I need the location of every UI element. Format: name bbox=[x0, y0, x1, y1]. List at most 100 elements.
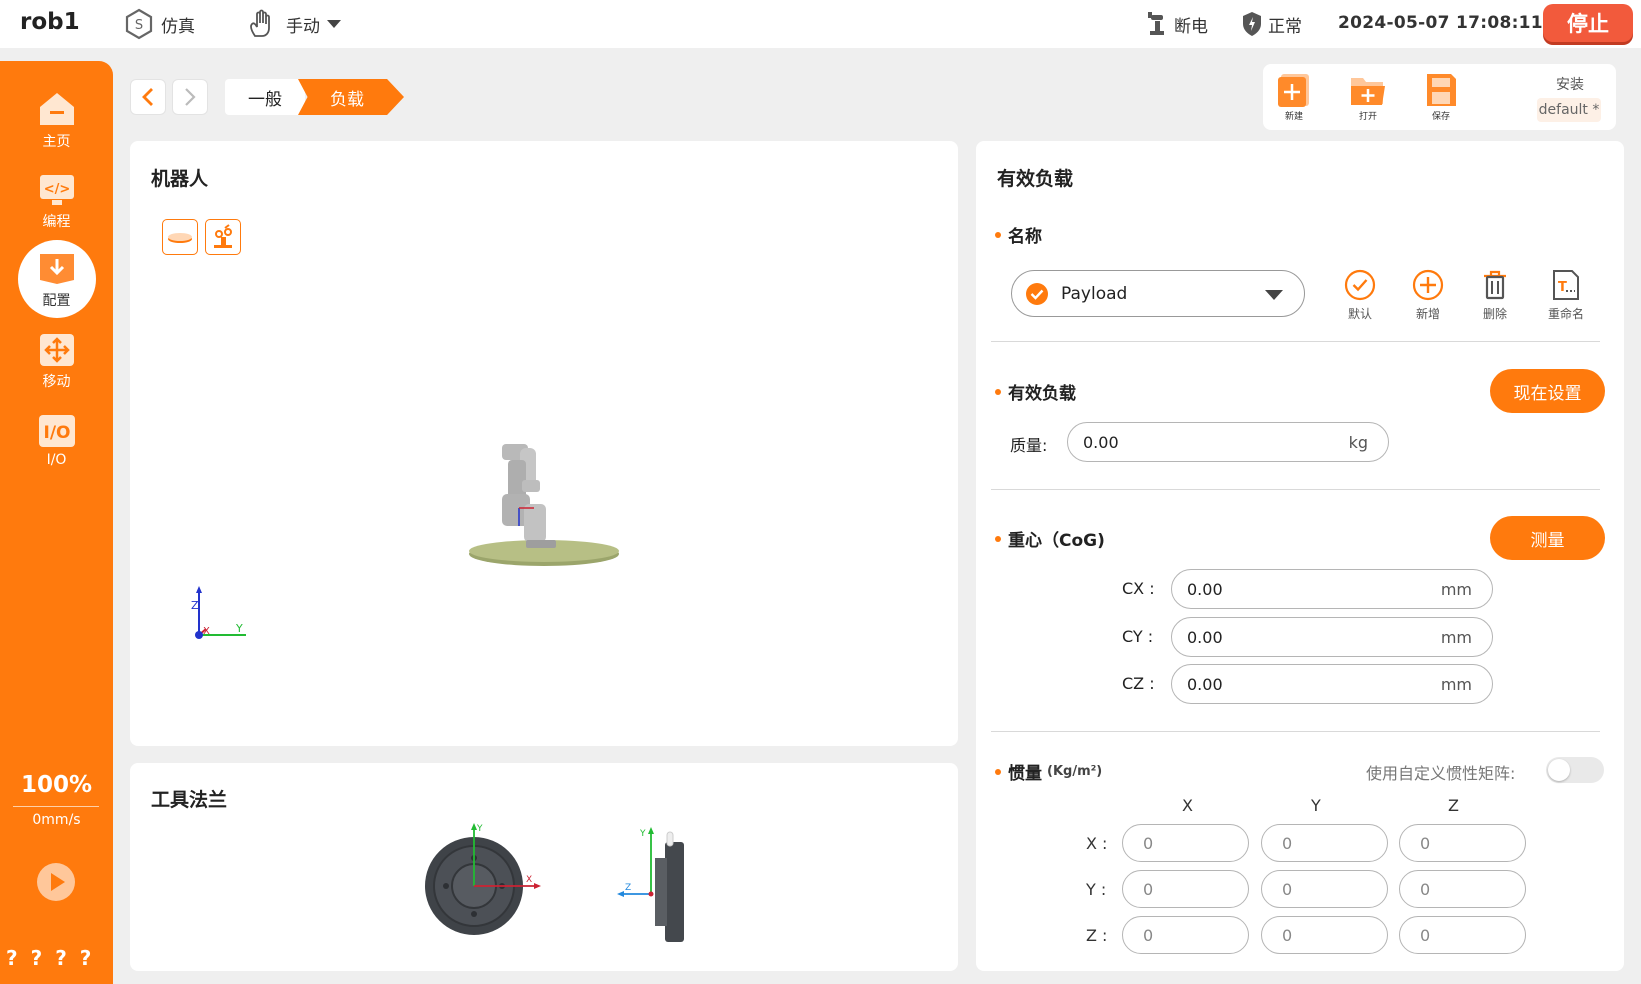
svg-text:Z: Z bbox=[191, 599, 199, 612]
column-header-x: X bbox=[1182, 796, 1193, 815]
row-label-z: Z : bbox=[1086, 926, 1108, 945]
sidebar-item-label: 移动 bbox=[42, 374, 71, 390]
column-header-z: Z bbox=[1448, 796, 1459, 815]
inertia-yy-input[interactable]: 0 bbox=[1261, 870, 1388, 908]
name-section-title: 名称 bbox=[995, 222, 1042, 247]
check-circle-icon bbox=[1026, 282, 1048, 305]
name-section-label: 名称 bbox=[1008, 227, 1042, 247]
sidebar-item-config[interactable]: 配置 bbox=[0, 240, 113, 318]
io-icon: I/O bbox=[38, 415, 75, 447]
top-bar: rob1 S 仿真 手动 断电 正常 2024-05-07 17:08:11 停… bbox=[0, 0, 1641, 48]
save-file-label: 保存 bbox=[1431, 112, 1450, 122]
column-header-y: Y bbox=[1311, 796, 1321, 815]
payload-section-label: 有效负载 bbox=[1008, 384, 1076, 404]
rename-icon: T bbox=[1553, 270, 1579, 300]
bullet-dot bbox=[995, 535, 1001, 542]
check-icon bbox=[1344, 269, 1376, 301]
cz-input[interactable]: 0.00 mm bbox=[1171, 664, 1493, 704]
axes-gizmo: Z Y X bbox=[191, 586, 246, 639]
sidebar-item-home[interactable]: 主页 bbox=[0, 91, 113, 151]
cx-value: 0.00 bbox=[1187, 579, 1223, 599]
cx-unit: mm bbox=[1440, 580, 1472, 599]
speed-percent[interactable]: 100% bbox=[0, 772, 113, 798]
svg-text:X: X bbox=[526, 875, 532, 885]
set-now-button[interactable]: 现在设置 bbox=[1490, 369, 1605, 413]
play-button[interactable] bbox=[36, 862, 76, 906]
inertia-xx-input[interactable]: 0 bbox=[1122, 824, 1249, 862]
power-status-label: 断电 bbox=[1174, 16, 1208, 37]
breadcrumb-general[interactable]: 一般 bbox=[225, 79, 305, 115]
set-default-button[interactable]: 默认 bbox=[1330, 269, 1390, 322]
cy-label: CY : bbox=[1122, 627, 1154, 646]
sidebar-item-label: 配置 bbox=[42, 293, 71, 309]
manual-mode-dropdown[interactable]: 手动 bbox=[246, 8, 342, 40]
save-file-button[interactable]: 保存 bbox=[1416, 72, 1466, 122]
sidebar-item-io[interactable]: I/O I/O bbox=[0, 414, 113, 468]
back-button[interactable] bbox=[130, 79, 166, 115]
svg-text:X: X bbox=[203, 626, 210, 637]
custom-matrix-toggle[interactable] bbox=[1546, 757, 1604, 783]
play-icon bbox=[37, 863, 75, 901]
robot-3d-view[interactable] bbox=[460, 440, 630, 575]
payload-section-title: 有效负载 bbox=[995, 379, 1076, 404]
inertia-zy-input[interactable]: 0 bbox=[1261, 916, 1388, 954]
rename-payload-label: 重命名 bbox=[1547, 307, 1584, 321]
sidebar-item-program[interactable]: </> 编程 bbox=[0, 173, 113, 231]
svg-text:Y: Y bbox=[639, 829, 646, 839]
cz-unit: mm bbox=[1440, 675, 1472, 694]
inertia-xz-input[interactable]: 0 bbox=[1399, 824, 1526, 862]
open-file-label: 打开 bbox=[1358, 112, 1377, 122]
new-file-button[interactable]: 新建 bbox=[1269, 72, 1319, 122]
inertia-xy-input[interactable]: 0 bbox=[1261, 824, 1388, 862]
inertia-yz-input[interactable]: 0 bbox=[1399, 870, 1526, 908]
delete-payload-button[interactable]: 删除 bbox=[1465, 269, 1525, 322]
cy-value: 0.00 bbox=[1187, 627, 1223, 647]
cog-section-label: 重心（CoG) bbox=[1008, 531, 1105, 551]
speed-divider bbox=[13, 806, 99, 807]
open-file-button[interactable]: 打开 bbox=[1343, 72, 1393, 122]
simulation-icon: S bbox=[125, 8, 153, 40]
mass-input[interactable]: 0.00 kg bbox=[1067, 422, 1389, 462]
new-file-icon bbox=[1278, 74, 1309, 107]
base-view-button[interactable] bbox=[162, 219, 198, 255]
delete-payload-label: 删除 bbox=[1482, 307, 1507, 321]
stop-button[interactable]: 停止 bbox=[1543, 4, 1633, 42]
datetime: 2024-05-07 17:08:11 bbox=[1338, 13, 1543, 33]
simulation-label: 仿真 bbox=[161, 16, 195, 37]
flange-front-view: Y X bbox=[425, 823, 541, 935]
robot-name[interactable]: rob1 bbox=[20, 9, 80, 35]
section-divider bbox=[991, 489, 1600, 490]
code-icon: </> bbox=[39, 175, 74, 205]
add-payload-button[interactable]: 新增 bbox=[1398, 269, 1458, 322]
chevron-down-icon bbox=[327, 20, 341, 28]
shield-icon bbox=[1243, 12, 1261, 36]
inertia-yx-input[interactable]: 0 bbox=[1122, 870, 1249, 908]
inertia-zz-input[interactable]: 0 bbox=[1399, 916, 1526, 954]
save-icon bbox=[1427, 74, 1456, 106]
robot-arm-icon bbox=[1148, 12, 1164, 35]
inertia-zx-input[interactable]: 0 bbox=[1122, 916, 1249, 954]
cz-value: 0.00 bbox=[1187, 674, 1223, 694]
payload-select[interactable]: Payload bbox=[1011, 270, 1305, 317]
sidebar-item-move[interactable]: 移动 bbox=[0, 333, 113, 391]
sidebar: 主页 </> 编程 配置 移动 I/O I/O 100% 0mm/s ???? bbox=[0, 61, 113, 984]
add-payload-label: 新增 bbox=[1415, 307, 1440, 321]
simulation-mode[interactable]: S 仿真 bbox=[123, 8, 195, 40]
forward-button[interactable] bbox=[172, 79, 208, 115]
power-status: 断电 bbox=[1146, 11, 1208, 37]
svg-text:S: S bbox=[135, 18, 143, 33]
cx-input[interactable]: 0.00 mm bbox=[1171, 569, 1493, 609]
svg-text:I/O: I/O bbox=[43, 423, 70, 443]
chevron-down-icon bbox=[1265, 290, 1283, 300]
breadcrumb-payload[interactable]: 负载 bbox=[298, 79, 404, 115]
cx-label: CX : bbox=[1122, 579, 1155, 598]
robot-arm-icon bbox=[214, 224, 232, 248]
chevron-right-icon bbox=[185, 88, 196, 106]
rename-payload-button[interactable]: T 重命名 bbox=[1536, 269, 1596, 322]
cz-label: CZ : bbox=[1122, 674, 1155, 693]
inertia-section-label: 惯量 bbox=[1008, 764, 1042, 784]
install-value[interactable]: default * bbox=[1537, 98, 1601, 122]
cy-input[interactable]: 0.00 mm bbox=[1171, 617, 1493, 657]
robot-view-button[interactable] bbox=[205, 219, 241, 255]
measure-button[interactable]: 测量 bbox=[1490, 516, 1605, 560]
